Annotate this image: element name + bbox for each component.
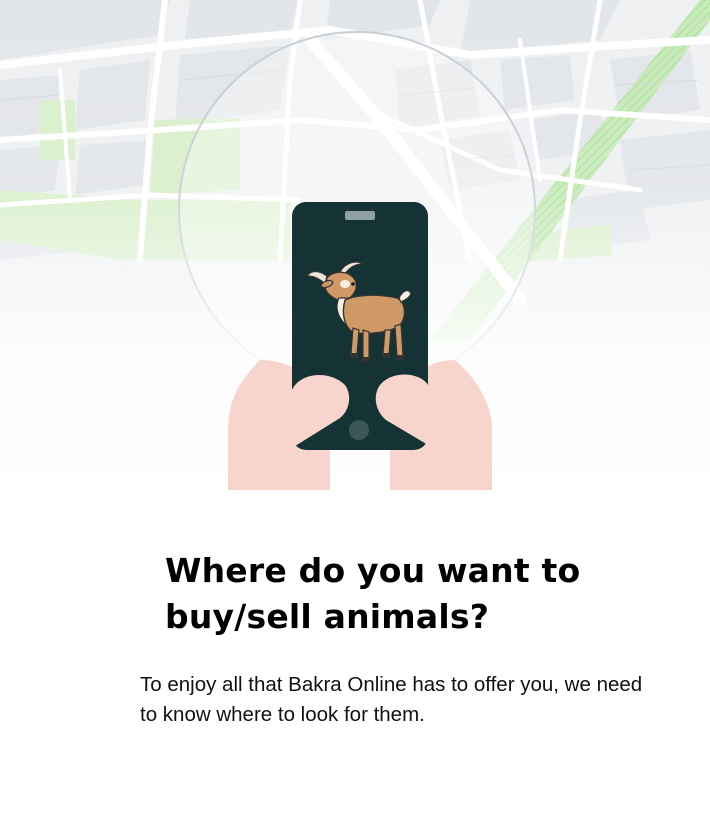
hero-illustration <box>0 0 710 500</box>
map-background <box>0 0 710 500</box>
page-title: Where do you want to buy/sell animals? <box>165 551 581 636</box>
description-text: To enjoy all that Bakra Online has to of… <box>140 673 643 726</box>
